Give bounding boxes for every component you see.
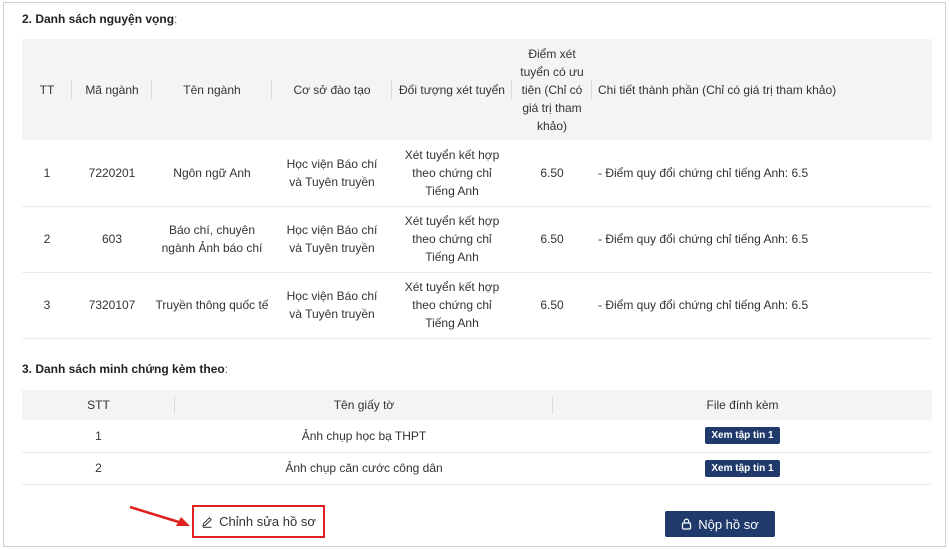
- table-row: 2 603 Báo chí, chuyên ngành Ảnh báo chí …: [22, 206, 932, 272]
- table-row: 1 7220201 Ngôn ngữ Anh Học viện Báo chí …: [22, 140, 932, 206]
- table-row: 3 7320107 Truyền thông quốc tế Học viện …: [22, 272, 932, 338]
- cell-diem: 6.50: [540, 298, 564, 312]
- edit-profile-label: Chỉnh sửa hồ sơ: [219, 514, 316, 529]
- cell-tt: 3: [43, 298, 51, 312]
- cell-ten-nganh: Truyền thông quốc tế: [155, 298, 269, 312]
- table-row: 1 Ảnh chụp học bạ THPT Xem tập tin 1: [22, 420, 932, 452]
- table-header-row: STT Tên giấy tờ File đính kèm: [22, 390, 932, 420]
- cell-doi-tuong: Xét tuyển kết hợp theo chứng chỉ Tiếng A…: [404, 280, 500, 330]
- cell-chi-tiet: - Điểm quy đổi chứng chỉ tiếng Anh: 6.5: [598, 298, 809, 312]
- cell-co-so: Học viện Báo chí và Tuyên truyền: [286, 289, 378, 321]
- col-header-file: File đính kèm: [706, 398, 779, 412]
- cell-ten-nganh: Báo chí, chuyên ngành Ảnh báo chí: [161, 223, 263, 255]
- cell-diem: 6.50: [540, 165, 564, 180]
- cell-stt: 2: [95, 461, 102, 475]
- table-row: 2 Ảnh chụp căn cước công dân Xem tập tin…: [22, 452, 932, 484]
- cell-tt: 1: [43, 165, 51, 180]
- evidence-table: STT Tên giấy tờ File đính kèm 1 Ảnh chụp…: [22, 390, 932, 485]
- edit-profile-button[interactable]: Chỉnh sửa hồ sơ: [192, 505, 325, 538]
- view-file-button[interactable]: Xem tập tin 1: [705, 427, 780, 445]
- cell-ma-nganh: 603: [101, 232, 123, 246]
- lock-icon: [682, 518, 692, 530]
- col-header-ma-nganh: Mã ngành: [72, 39, 152, 140]
- cell-tt: 2: [43, 232, 51, 246]
- col-header-doi-tuong: Đối tượng xét tuyển: [392, 39, 512, 140]
- col-header-stt: STT: [22, 390, 175, 420]
- cell-co-so: Học viện Báo chí và Tuyên truyền: [286, 223, 378, 255]
- submit-profile-label: Nộp hồ sơ: [698, 516, 759, 532]
- col-header-chi-tiet: Chi tiết thành phần (Chỉ có giá trị tham…: [598, 82, 837, 97]
- cell-doi-tuong: Xét tuyển kết hợp theo chứng chỉ Tiếng A…: [404, 147, 500, 198]
- cell-ten-giay-to: Ảnh chụp căn cước công dân: [285, 461, 443, 475]
- cell-co-so: Học viện Báo chí và Tuyên truyền: [286, 156, 378, 189]
- cell-ten-nganh: Ngôn ngữ Anh: [173, 165, 251, 180]
- col-header-ten-giay-to: Tên giấy tờ: [175, 390, 553, 420]
- cell-chi-tiet: - Điểm quy đổi chứng chỉ tiếng Anh: 6.5: [598, 165, 809, 180]
- cell-ma-nganh: 7220201: [88, 165, 136, 180]
- section-3-title: 3. Danh sách minh chứng kèm theo:: [22, 362, 229, 376]
- cell-ten-giay-to: Ảnh chụp học bạ THPT: [301, 428, 427, 443]
- wishlist-table: TT Mã ngành Tên ngành Cơ sở đào tạo Đối …: [22, 39, 932, 339]
- col-header-tt: TT: [22, 39, 72, 140]
- submit-profile-button[interactable]: Nộp hồ sơ: [665, 511, 775, 537]
- col-header-ten-nganh: Tên ngành: [152, 39, 272, 140]
- cell-chi-tiet: - Điểm quy đổi chứng chỉ tiếng Anh: 6.5: [598, 232, 809, 246]
- view-file-button[interactable]: Xem tập tin 1: [705, 459, 780, 477]
- col-header-diem: Điểm xét tuyển có ưu tiên (Chỉ có giá tr…: [512, 39, 592, 140]
- col-header-co-so: Cơ sở đào tạo: [272, 39, 392, 140]
- red-arrow-icon: [129, 505, 190, 526]
- pencil-icon: [202, 516, 213, 528]
- cell-doi-tuong: Xét tuyển kết hợp theo chứng chỉ Tiếng A…: [404, 214, 500, 264]
- table-header-row: TT Mã ngành Tên ngành Cơ sở đào tạo Đối …: [22, 39, 932, 140]
- cell-ma-nganh: 7320107: [88, 298, 136, 312]
- cell-stt: 1: [95, 428, 102, 443]
- section-2-title: 2. Danh sách nguyện vọng:: [22, 12, 178, 26]
- cell-diem: 6.50: [540, 232, 564, 246]
